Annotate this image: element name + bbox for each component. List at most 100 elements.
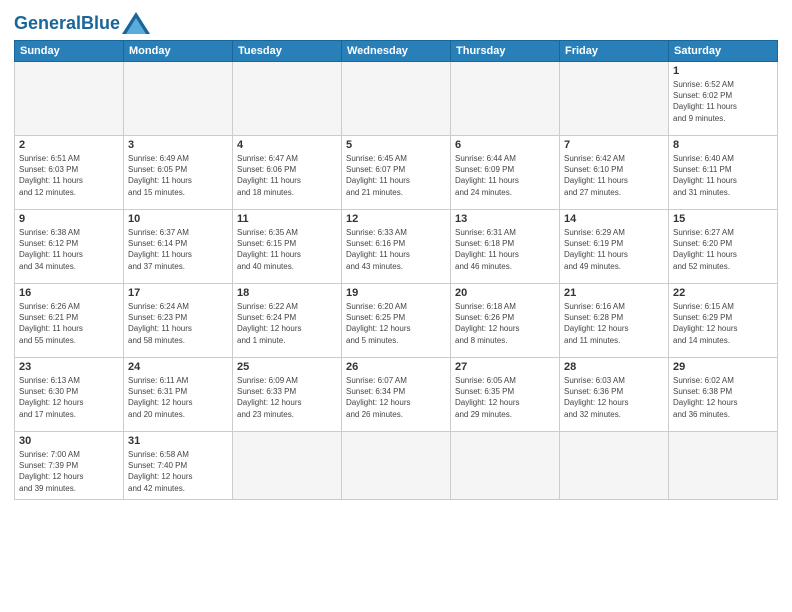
day-number: 1 bbox=[673, 65, 773, 77]
calendar-cell bbox=[560, 62, 669, 136]
day-number: 3 bbox=[128, 139, 228, 151]
calendar-cell: 11Sunrise: 6:35 AM Sunset: 6:15 PM Dayli… bbox=[233, 210, 342, 284]
day-info: Sunrise: 6:11 AM Sunset: 6:31 PM Dayligh… bbox=[128, 375, 228, 420]
calendar-cell: 26 Sunrise: 6:07 AM Sunset: 6:34 PM Dayli… bbox=[342, 358, 451, 432]
day-info: Sunrise: 6:40 AM Sunset: 6:11 PM Dayligh… bbox=[673, 153, 773, 198]
calendar-cell: 9Sunrise: 6:38 AM Sunset: 6:12 PM Daylig… bbox=[15, 210, 124, 284]
calendar-cell: 15 Sunrise: 6:27 AM Sunset: 6:20 PM Dayli… bbox=[669, 210, 778, 284]
calendar-cell bbox=[451, 62, 560, 136]
day-number: 30 bbox=[19, 435, 119, 447]
day-number: 16 bbox=[19, 287, 119, 299]
calendar-cell: 24 Sunrise: 6:11 AM Sunset: 6:31 PM Dayli… bbox=[124, 358, 233, 432]
calendar-cell: 25Sunrise: 6:09 AM Sunset: 6:33 PM Dayli… bbox=[233, 358, 342, 432]
day-info: Sunrise: 6:49 AM Sunset: 6:05 PM Dayligh… bbox=[128, 153, 228, 198]
day-number: 27 bbox=[455, 361, 555, 373]
day-number: 7 bbox=[564, 139, 664, 151]
logo: GeneralBlue bbox=[14, 12, 150, 34]
day-number: 13 bbox=[455, 213, 555, 225]
weekday-header-tuesday: Tuesday bbox=[233, 41, 342, 62]
day-info: Sunrise: 6:29 AM Sunset: 6:19 PM Dayligh… bbox=[564, 227, 664, 272]
day-number: 24 bbox=[128, 361, 228, 373]
day-number: 26 bbox=[346, 361, 446, 373]
day-info: Sunrise: 6:02 AM Sunset: 6:38 PM Dayligh… bbox=[673, 375, 773, 420]
calendar-cell: 22 Sunrise: 6:15 AM Sunset: 6:29 PM Dayli… bbox=[669, 284, 778, 358]
logo-blue: Blue bbox=[81, 13, 120, 33]
day-number: 23 bbox=[19, 361, 119, 373]
calendar-cell: 20Sunrise: 6:18 AM Sunset: 6:26 PM Dayli… bbox=[451, 284, 560, 358]
calendar-cell: 5Sunrise: 6:45 AM Sunset: 6:07 PM Daylig… bbox=[342, 136, 451, 210]
day-number: 4 bbox=[237, 139, 337, 151]
logo-icon bbox=[122, 12, 150, 34]
day-info: Sunrise: 6:37 AM Sunset: 6:14 PM Dayligh… bbox=[128, 227, 228, 272]
weekday-header-thursday: Thursday bbox=[451, 41, 560, 62]
day-info: Sunrise: 6:38 AM Sunset: 6:12 PM Dayligh… bbox=[19, 227, 119, 272]
calendar-cell: 14 Sunrise: 6:29 AM Sunset: 6:19 PM Dayli… bbox=[560, 210, 669, 284]
day-info: Sunrise: 6:45 AM Sunset: 6:07 PM Dayligh… bbox=[346, 153, 446, 198]
calendar-cell: 27 Sunrise: 6:05 AM Sunset: 6:35 PM Dayli… bbox=[451, 358, 560, 432]
calendar-table: SundayMondayTuesdayWednesdayThursdayFrid… bbox=[14, 40, 778, 500]
calendar-page: GeneralBlue SundayMondayTuesdayWednesday… bbox=[0, 0, 792, 612]
day-number: 15 bbox=[673, 213, 773, 225]
day-info: Sunrise: 6:58 AM Sunset: 7:40 PM Dayligh… bbox=[128, 449, 228, 494]
day-info: Sunrise: 6:20 AM Sunset: 6:25 PM Dayligh… bbox=[346, 301, 446, 346]
day-number: 14 bbox=[564, 213, 664, 225]
day-info: Sunrise: 6:44 AM Sunset: 6:09 PM Dayligh… bbox=[455, 153, 555, 198]
calendar-cell bbox=[124, 62, 233, 136]
weekday-header-wednesday: Wednesday bbox=[342, 41, 451, 62]
day-info: Sunrise: 6:16 AM Sunset: 6:28 PM Dayligh… bbox=[564, 301, 664, 346]
day-number: 18 bbox=[237, 287, 337, 299]
day-number: 31 bbox=[128, 435, 228, 447]
day-info: Sunrise: 6:47 AM Sunset: 6:06 PM Dayligh… bbox=[237, 153, 337, 198]
week-row-4: 23Sunrise: 6:13 AM Sunset: 6:30 PM Dayli… bbox=[15, 358, 778, 432]
day-info: Sunrise: 6:22 AM Sunset: 6:24 PM Dayligh… bbox=[237, 301, 337, 346]
calendar-cell: 28 Sunrise: 6:03 AM Sunset: 6:36 PM Dayli… bbox=[560, 358, 669, 432]
calendar-cell: 10Sunrise: 6:37 AM Sunset: 6:14 PM Dayli… bbox=[124, 210, 233, 284]
day-info: Sunrise: 6:24 AM Sunset: 6:23 PM Dayligh… bbox=[128, 301, 228, 346]
day-info: Sunrise: 7:00 AM Sunset: 7:39 PM Dayligh… bbox=[19, 449, 119, 494]
day-number: 22 bbox=[673, 287, 773, 299]
day-number: 17 bbox=[128, 287, 228, 299]
week-row-5: 30 Sunrise: 7:00 AM Sunset: 7:39 PM Dayli… bbox=[15, 432, 778, 500]
week-row-2: 9Sunrise: 6:38 AM Sunset: 6:12 PM Daylig… bbox=[15, 210, 778, 284]
week-row-3: 16 Sunrise: 6:26 AM Sunset: 6:21 PM Dayli… bbox=[15, 284, 778, 358]
calendar-cell: 16 Sunrise: 6:26 AM Sunset: 6:21 PM Dayli… bbox=[15, 284, 124, 358]
day-info: Sunrise: 6:27 AM Sunset: 6:20 PM Dayligh… bbox=[673, 227, 773, 272]
day-number: 29 bbox=[673, 361, 773, 373]
calendar-cell bbox=[669, 432, 778, 500]
calendar-cell: 19Sunrise: 6:20 AM Sunset: 6:25 PM Dayli… bbox=[342, 284, 451, 358]
week-row-1: 2Sunrise: 6:51 AM Sunset: 6:03 PM Daylig… bbox=[15, 136, 778, 210]
calendar-cell: 3 Sunrise: 6:49 AM Sunset: 6:05 PM Daylig… bbox=[124, 136, 233, 210]
day-number: 28 bbox=[564, 361, 664, 373]
calendar-cell: 30 Sunrise: 7:00 AM Sunset: 7:39 PM Dayli… bbox=[15, 432, 124, 500]
calendar-cell bbox=[342, 432, 451, 500]
calendar-cell: 18 Sunrise: 6:22 AM Sunset: 6:24 PM Dayli… bbox=[233, 284, 342, 358]
calendar-cell: 29 Sunrise: 6:02 AM Sunset: 6:38 PM Dayli… bbox=[669, 358, 778, 432]
day-info: Sunrise: 6:26 AM Sunset: 6:21 PM Dayligh… bbox=[19, 301, 119, 346]
calendar-cell: 1 Sunrise: 6:52 AM Sunset: 6:02 PM Daylig… bbox=[669, 62, 778, 136]
calendar-cell: 23Sunrise: 6:13 AM Sunset: 6:30 PM Dayli… bbox=[15, 358, 124, 432]
logo-general: General bbox=[14, 13, 81, 33]
day-info: Sunrise: 6:09 AM Sunset: 6:33 PM Dayligh… bbox=[237, 375, 337, 420]
day-number: 12 bbox=[346, 213, 446, 225]
calendar-cell: 6Sunrise: 6:44 AM Sunset: 6:09 PM Daylig… bbox=[451, 136, 560, 210]
day-info: Sunrise: 6:52 AM Sunset: 6:02 PM Dayligh… bbox=[673, 79, 773, 124]
day-info: Sunrise: 6:05 AM Sunset: 6:35 PM Dayligh… bbox=[455, 375, 555, 420]
calendar-cell: 12 Sunrise: 6:33 AM Sunset: 6:16 PM Dayli… bbox=[342, 210, 451, 284]
calendar-cell bbox=[15, 62, 124, 136]
week-row-0: 1 Sunrise: 6:52 AM Sunset: 6:02 PM Daylig… bbox=[15, 62, 778, 136]
calendar-cell: 2Sunrise: 6:51 AM Sunset: 6:03 PM Daylig… bbox=[15, 136, 124, 210]
weekday-header-saturday: Saturday bbox=[669, 41, 778, 62]
day-info: Sunrise: 6:33 AM Sunset: 6:16 PM Dayligh… bbox=[346, 227, 446, 272]
calendar-cell bbox=[451, 432, 560, 500]
weekday-header-sunday: Sunday bbox=[15, 41, 124, 62]
day-info: Sunrise: 6:07 AM Sunset: 6:34 PM Dayligh… bbox=[346, 375, 446, 420]
calendar-cell bbox=[342, 62, 451, 136]
day-info: Sunrise: 6:03 AM Sunset: 6:36 PM Dayligh… bbox=[564, 375, 664, 420]
header: GeneralBlue bbox=[14, 12, 778, 34]
day-info: Sunrise: 6:15 AM Sunset: 6:29 PM Dayligh… bbox=[673, 301, 773, 346]
calendar-cell bbox=[233, 62, 342, 136]
calendar-cell bbox=[233, 432, 342, 500]
calendar-cell: 8Sunrise: 6:40 AM Sunset: 6:11 PM Daylig… bbox=[669, 136, 778, 210]
calendar-cell: 17 Sunrise: 6:24 AM Sunset: 6:23 PM Dayli… bbox=[124, 284, 233, 358]
calendar-cell bbox=[560, 432, 669, 500]
